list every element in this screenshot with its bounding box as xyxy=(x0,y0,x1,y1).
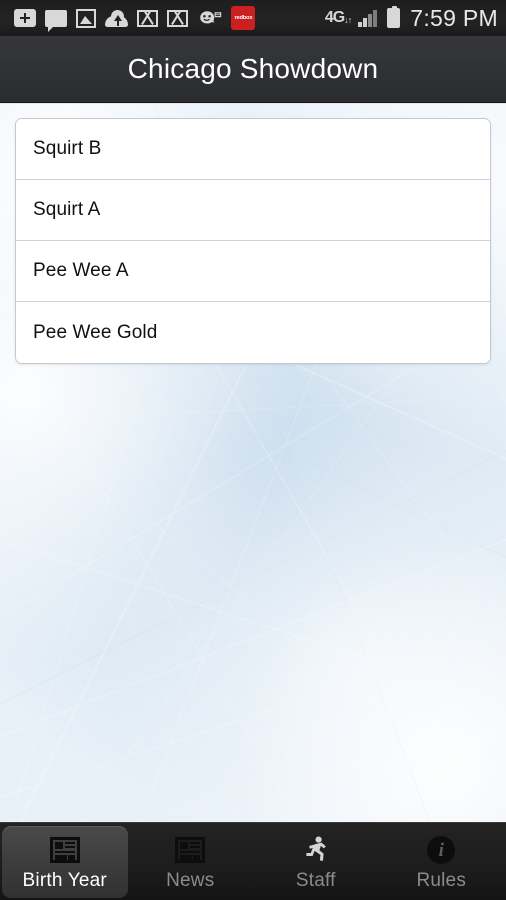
gmail-icon xyxy=(137,9,158,27)
status-bar: redbox 4G ↓↑ 7:59 PM xyxy=(0,0,506,36)
network-type-icon: 4G ↓↑ xyxy=(324,9,352,26)
tab-label: News xyxy=(166,870,215,891)
gmail-icon xyxy=(167,9,188,27)
birth-year-list: Squirt B Squirt A Pee Wee A Pee Wee Gold xyxy=(15,118,491,364)
info-circle-icon: i xyxy=(424,834,458,866)
tab-rules[interactable]: i Rules xyxy=(379,826,505,898)
list-item[interactable]: Squirt A xyxy=(16,180,490,241)
page-title: Chicago Showdown xyxy=(127,53,379,84)
redbox-icon: redbox xyxy=(231,6,255,30)
network-type-label: 4G xyxy=(324,9,345,26)
list-layout-icon xyxy=(173,834,207,866)
list-item[interactable]: Squirt B xyxy=(16,119,490,180)
status-bar-system-icons: 4G ↓↑ 7:59 PM xyxy=(324,4,498,31)
list-item-label: Pee Wee A xyxy=(33,260,129,281)
signal-bars-icon xyxy=(358,9,380,27)
redbox-icon-label: redbox xyxy=(234,15,252,21)
message-bubble-icon xyxy=(45,9,67,32)
list-item-label: Pee Wee Gold xyxy=(33,321,158,343)
list-item-label: Squirt B xyxy=(33,138,102,159)
bottom-tab-bar: Birth Year News Staff i Rules xyxy=(0,822,506,900)
status-bar-clock: 7:59 PM xyxy=(410,4,498,31)
waze-icon xyxy=(197,9,222,27)
battery-icon xyxy=(387,6,401,28)
tab-label: Rules xyxy=(416,870,467,891)
photo-gallery-icon xyxy=(76,8,96,28)
tag-plus-icon xyxy=(14,9,36,27)
tab-label: Staff xyxy=(295,870,336,891)
list-item[interactable]: Pee Wee A xyxy=(16,241,490,302)
status-bar-notification-icons: redbox xyxy=(14,6,255,32)
content-area: Squirt B Squirt A Pee Wee A Pee Wee Gold xyxy=(0,104,506,822)
list-item-label: Squirt A xyxy=(33,199,101,220)
tab-news[interactable]: News xyxy=(128,826,254,898)
tab-birth-year[interactable]: Birth Year xyxy=(2,826,128,898)
phone-screen: redbox 4G ↓↑ 7:59 PM Chicago Showdown Sq… xyxy=(0,0,506,900)
running-person-icon xyxy=(299,834,333,866)
list-item[interactable]: Pee Wee Gold xyxy=(16,302,490,363)
list-layout-icon xyxy=(48,834,82,866)
tab-label: Birth Year xyxy=(22,870,107,891)
tab-staff[interactable]: Staff xyxy=(253,826,379,898)
app-title-bar: Chicago Showdown xyxy=(0,36,506,103)
data-transfer-arrows: ↓↑ xyxy=(344,15,352,25)
cloud-upload-icon xyxy=(105,9,128,27)
